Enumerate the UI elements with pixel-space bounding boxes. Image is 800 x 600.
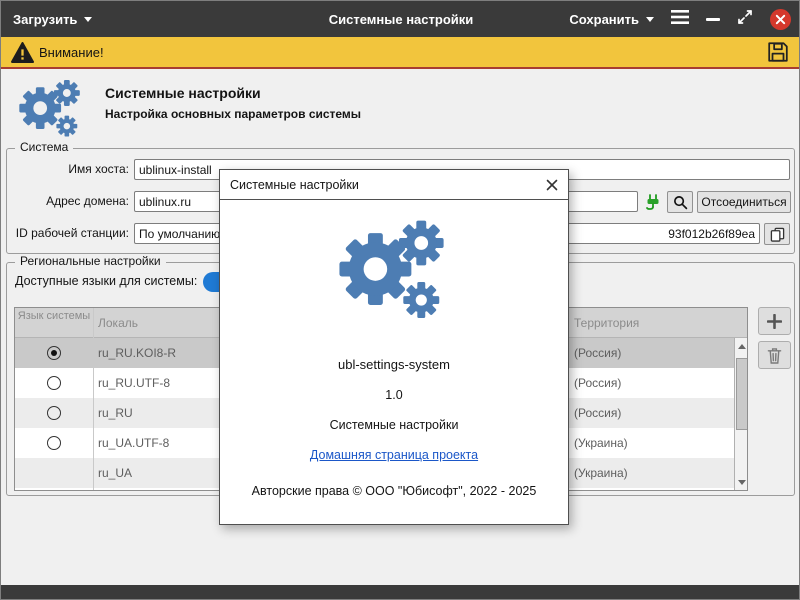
scrollbar-thumb[interactable] [736, 358, 748, 430]
warning-text: Внимание! [39, 37, 104, 67]
warning-bar: Внимание! [1, 37, 800, 69]
copy-icon [770, 227, 785, 242]
trash-icon [767, 347, 782, 364]
search-button[interactable] [667, 191, 693, 213]
locale-cell: ru_RU.KOI8-R [98, 338, 176, 368]
column-divider [93, 308, 94, 490]
locale-cell: ru_RU.UTF-8 [98, 368, 170, 398]
system-group-legend: Система [15, 140, 73, 154]
save-floppy-icon[interactable] [767, 41, 789, 68]
load-menu-button[interactable]: Загрузить [13, 1, 92, 37]
languages-label: Доступные языки для системы: [15, 271, 197, 292]
workstation-mode-value: По умолчанию [139, 227, 220, 241]
radio-unselected[interactable] [47, 436, 61, 450]
search-icon [673, 195, 688, 210]
locale-cell: ru_UA.UTF-8 [98, 428, 169, 458]
territory-cell: (Россия) [574, 398, 621, 428]
territory-cell: (Украина) [574, 458, 628, 488]
dialog-titlebar: Системные настройки [220, 170, 568, 200]
regional-group-legend: Региональные настройки [15, 254, 166, 268]
dialog-body: ubl-settings-system 1.0 Системные настро… [220, 200, 568, 524]
locale-cell: ru_UA [98, 458, 132, 488]
plus-icon [767, 314, 782, 329]
app-name: ubl-settings-system [338, 357, 450, 372]
hamburger-menu-icon[interactable] [671, 10, 689, 29]
homepage-link[interactable]: Домашняя страница проекта [310, 448, 478, 462]
connection-plug-icon [644, 193, 662, 216]
save-menu-label: Сохранить [569, 12, 639, 27]
col-header-system-language: Язык системы [15, 310, 93, 323]
window-titlebar: Загрузить Системные настройки Сохранить [1, 1, 800, 37]
scroll-up-icon[interactable] [735, 339, 748, 353]
app-version: 1.0 [385, 388, 402, 402]
load-menu-label: Загрузить [13, 12, 77, 27]
copyright-text: Авторские права © ООО "Юбисофт", 2022 - … [252, 484, 537, 498]
territory-cell: (Украина) [574, 428, 628, 458]
app-gears-icon [328, 212, 460, 341]
page-subtitle: Настройка основных параметров системы [105, 107, 361, 121]
scroll-down-icon[interactable] [735, 475, 748, 489]
territory-cell: (Россия) [574, 338, 621, 368]
close-icon [546, 179, 558, 191]
minimize-icon[interactable] [706, 18, 720, 21]
locale-cell: ru_RU [98, 398, 133, 428]
hostname-label: Имя хоста: [7, 159, 129, 180]
chevron-down-icon [646, 17, 654, 22]
copy-button[interactable] [764, 223, 790, 245]
add-locale-button[interactable] [758, 307, 791, 335]
table-scrollbar[interactable] [734, 338, 748, 490]
dialog-title: Системные настройки [230, 170, 359, 200]
col-header-locale: Локаль [98, 316, 138, 330]
page-title: Системные настройки [105, 85, 261, 101]
radio-unselected[interactable] [47, 376, 61, 390]
app-window: Загрузить Системные настройки Сохранить [0, 0, 800, 600]
close-icon [775, 14, 786, 25]
about-dialog: Системные настройки ubl-settings-system … [219, 169, 569, 525]
delete-locale-button[interactable] [758, 341, 791, 369]
radio-unselected[interactable] [47, 406, 61, 420]
app-description: Системные настройки [330, 418, 459, 432]
domain-label: Адрес домена: [7, 191, 129, 212]
warning-triangle-icon [11, 42, 34, 68]
disconnect-button[interactable]: Отсоединиться [697, 191, 791, 213]
close-button[interactable] [770, 9, 791, 30]
workstation-id-label: ID рабочей станции: [7, 223, 129, 244]
maximize-icon[interactable] [737, 9, 753, 30]
territory-cell: (Россия) [574, 368, 621, 398]
titlebar-actions: Сохранить [569, 1, 791, 37]
dialog-close-button[interactable] [542, 175, 562, 195]
status-footer [1, 585, 800, 600]
save-menu-button[interactable]: Сохранить [569, 1, 654, 37]
radio-selected[interactable] [47, 346, 61, 360]
col-header-territory: Территория [574, 316, 639, 330]
chevron-down-icon [84, 17, 92, 22]
